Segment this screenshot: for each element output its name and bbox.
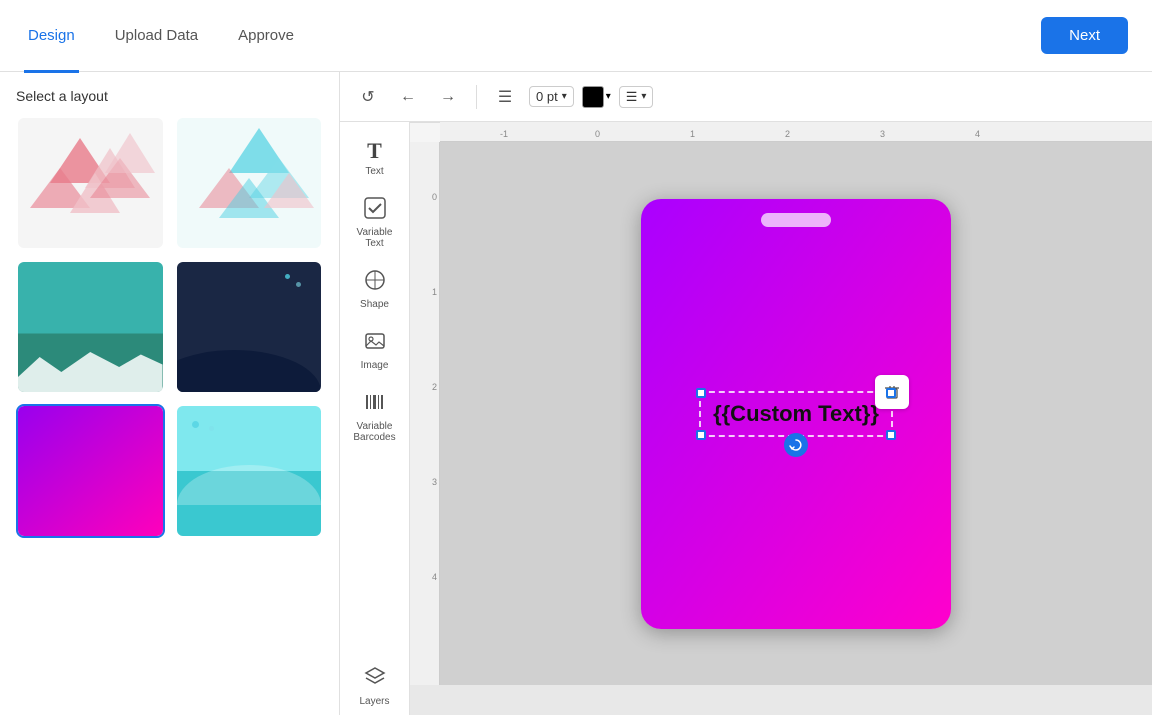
tool-image-label: Image <box>361 360 389 371</box>
tool-layers[interactable]: Layers <box>345 658 405 715</box>
resize-handle-tl[interactable] <box>696 388 706 398</box>
layers-svg-icon <box>364 666 386 688</box>
barcode-svg-icon <box>364 391 386 413</box>
triangles-pink-svg <box>20 118 160 248</box>
ruler-mark-2: 2 <box>785 129 790 139</box>
ruler-left-1: 1 <box>432 287 437 297</box>
layout-item-triangles-teal[interactable] <box>175 116 324 250</box>
ruler-mark-1: 1 <box>690 129 695 139</box>
redo-button[interactable]: → <box>432 81 464 113</box>
canvas-content[interactable]: {{Custom Text}} <box>440 142 1152 685</box>
tool-barcodes-label: VariableBarcodes <box>353 421 395 443</box>
resize-handle-bl[interactable] <box>696 430 706 440</box>
layout-item-triangles-pink[interactable] <box>16 116 165 250</box>
align-button[interactable]: ☰ ▾ <box>619 86 654 108</box>
header-tabs: Design Upload Data Approve <box>24 0 1041 72</box>
canvas-paper[interactable]: {{Custom Text}} <box>641 199 951 629</box>
tool-image[interactable]: Image <box>345 322 405 379</box>
text-element-content: {{Custom Text}} <box>713 401 879 427</box>
layout-sidebar-title: Select a layout <box>16 88 323 104</box>
history-button[interactable]: ↺ <box>352 81 384 113</box>
shape-svg-icon <box>364 269 386 291</box>
color-picker[interactable]: ▾ <box>582 86 611 108</box>
ruler-left-0: 0 <box>432 192 437 202</box>
menu-button[interactable]: ☰ <box>489 81 521 113</box>
shape-icon <box>364 269 386 297</box>
pt-select[interactable]: 0 pt ▾ <box>529 86 574 107</box>
color-chevron-icon: ▾ <box>606 91 611 102</box>
canvas-area: ↺ ← → ☰ 0 pt ▾ ▾ ☰ ▾ T <box>340 72 1152 715</box>
barcode-icon <box>364 391 386 419</box>
tool-shape-label: Shape <box>360 299 389 310</box>
layout-item-teal-mountains[interactable] <box>16 260 165 394</box>
tab-upload-data[interactable]: Upload Data <box>111 1 202 73</box>
checkmark-icon <box>364 197 386 219</box>
layout-sidebar: Select a layout <box>0 72 340 715</box>
ruler-left-3: 3 <box>432 477 437 487</box>
triangles-teal-svg <box>179 118 319 248</box>
ruler-mark-neg1: -1 <box>500 129 508 139</box>
toolbar-divider-1 <box>476 85 477 109</box>
tab-approve[interactable]: Approve <box>234 1 298 73</box>
ruler-mark-4: 4 <box>975 129 980 139</box>
tool-text-label: Text <box>365 166 383 177</box>
text-element[interactable]: {{Custom Text}} <box>699 391 893 437</box>
align-icon: ☰ <box>626 89 638 105</box>
top-toolbar: ↺ ← → ☰ 0 pt ▾ ▾ ☰ ▾ <box>340 72 1152 122</box>
tool-variable-barcodes[interactable]: VariableBarcodes <box>345 383 405 451</box>
ruler-mark-3: 3 <box>880 129 885 139</box>
align-chevron-icon: ▾ <box>641 91 646 102</box>
tool-text[interactable]: T Text <box>345 130 405 185</box>
design-panel: T Text VariableText <box>340 122 1152 715</box>
image-svg-icon <box>364 330 386 352</box>
pt-value: 0 pt <box>536 89 558 104</box>
layout-item-purple-gradient[interactable] <box>16 404 165 538</box>
ruler-left-4: 4 <box>432 572 437 582</box>
tab-design[interactable]: Design <box>24 1 79 73</box>
undo-button[interactable]: ← <box>392 81 424 113</box>
next-button[interactable]: Next <box>1041 17 1128 54</box>
image-icon <box>364 330 386 358</box>
layers-icon <box>364 666 386 694</box>
rotate-handle[interactable] <box>784 433 808 457</box>
tool-strip: T Text VariableText <box>340 122 410 715</box>
tool-variable-text-label: VariableText <box>357 227 393 249</box>
tool-variable-text[interactable]: VariableText <box>345 189 405 257</box>
chevron-down-icon: ▾ <box>562 91 567 102</box>
layout-grid <box>16 116 323 538</box>
text-icon: T <box>367 138 382 164</box>
layout-item-aqua-wave[interactable] <box>175 404 324 538</box>
tool-shape[interactable]: Shape <box>345 261 405 318</box>
color-swatch[interactable] <box>582 86 604 108</box>
variable-text-icon <box>364 197 386 225</box>
ruler-top: -1 0 1 2 3 4 <box>440 122 1152 142</box>
resize-handle-br[interactable] <box>886 430 896 440</box>
resize-handle-tr[interactable] <box>886 388 896 398</box>
main-area: Select a layout <box>0 72 1152 715</box>
rotate-icon <box>789 438 803 452</box>
ruler-left: 0 1 2 3 4 <box>410 142 440 685</box>
ruler-left-2: 2 <box>432 382 437 392</box>
ruler-mark-0: 0 <box>595 129 600 139</box>
card-handle <box>761 213 831 227</box>
layout-item-dark-wave[interactable] <box>175 260 324 394</box>
canvas-workspace[interactable]: -1 0 1 2 3 4 0 1 2 3 4 <box>410 122 1152 715</box>
header: Design Upload Data Approve Next <box>0 0 1152 72</box>
tool-layers-label: Layers <box>359 696 389 707</box>
